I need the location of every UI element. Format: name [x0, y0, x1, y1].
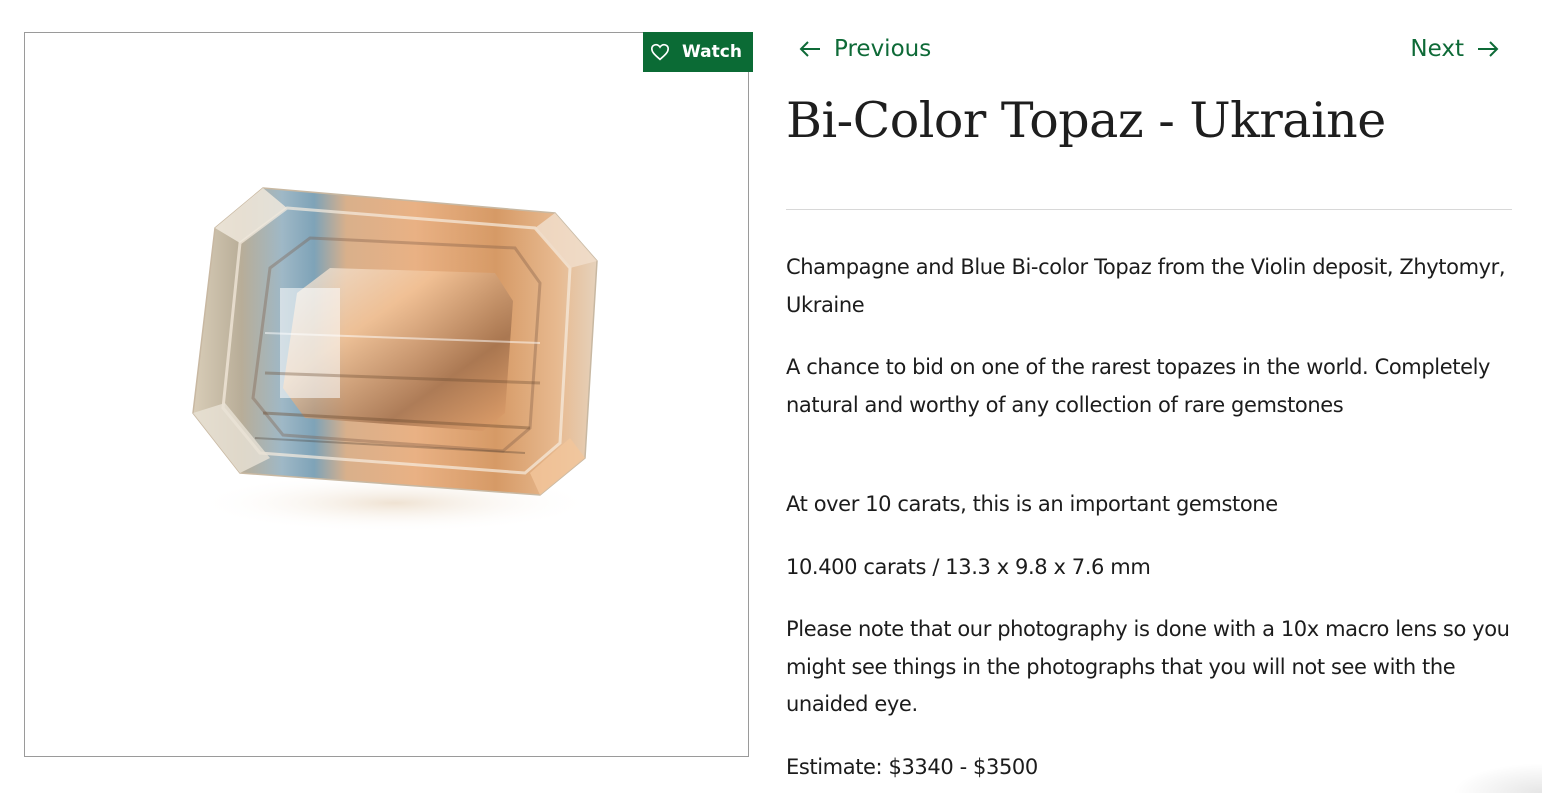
- description-rarity: A chance to bid on one of the rarest top…: [786, 355, 1491, 417]
- arrow-left-icon: [799, 41, 820, 57]
- description-photo-note: Please note that our photography is done…: [786, 617, 1510, 716]
- description-importance: At over 10 carats, this is an important …: [786, 492, 1278, 516]
- product-image[interactable]: [24, 32, 749, 757]
- description-origin: Champagne and Blue Bi-color Topaz from t…: [786, 255, 1506, 317]
- arrow-right-icon: [1478, 41, 1499, 57]
- watch-button[interactable]: Watch: [643, 32, 753, 72]
- previous-link[interactable]: Previous: [798, 32, 931, 66]
- heart-icon: [651, 43, 670, 61]
- estimate-text: Estimate: $3340 - $3500: [786, 755, 1038, 779]
- description-dimensions: 10.400 carats / 13.3 x 9.8 x 7.6 mm: [786, 555, 1151, 579]
- page-title: Bi-Color Topaz - Ukraine: [786, 92, 1386, 149]
- gemstone-photo: [192, 187, 598, 533]
- next-link[interactable]: Next: [1410, 32, 1500, 66]
- divider: [786, 209, 1512, 210]
- next-label: Next: [1410, 36, 1464, 62]
- corner-shadow: [1452, 763, 1542, 793]
- previous-label: Previous: [834, 36, 932, 62]
- watch-label: Watch: [682, 42, 742, 62]
